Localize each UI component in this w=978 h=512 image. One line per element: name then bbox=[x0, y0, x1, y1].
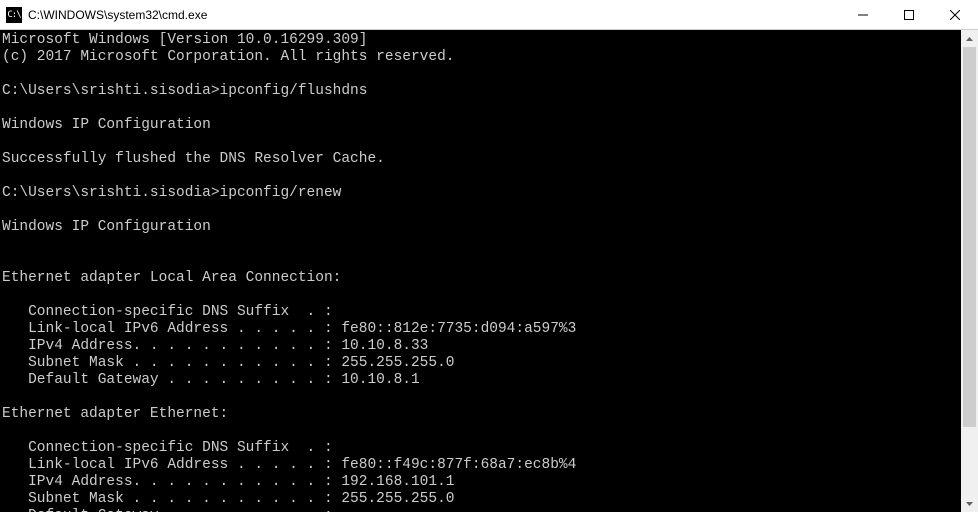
title-bar[interactable]: C:\ C:\WINDOWS\system32\cmd.exe bbox=[0, 0, 978, 30]
scroll-up-arrow-icon[interactable] bbox=[961, 30, 978, 47]
scrollbar-track[interactable] bbox=[961, 47, 978, 495]
window-controls bbox=[840, 0, 978, 29]
terminal-area: Microsoft Windows [Version 10.0.16299.30… bbox=[0, 30, 978, 512]
window-title: C:\WINDOWS\system32\cmd.exe bbox=[28, 8, 840, 22]
minimize-button[interactable] bbox=[840, 0, 886, 29]
scrollbar-thumb[interactable] bbox=[963, 47, 976, 427]
close-button[interactable] bbox=[932, 0, 978, 29]
maximize-button[interactable] bbox=[886, 0, 932, 29]
cmd-icon: C:\ bbox=[6, 7, 22, 23]
scroll-down-arrow-icon[interactable] bbox=[961, 495, 978, 512]
terminal-output[interactable]: Microsoft Windows [Version 10.0.16299.30… bbox=[0, 30, 961, 512]
vertical-scrollbar[interactable] bbox=[961, 30, 978, 512]
